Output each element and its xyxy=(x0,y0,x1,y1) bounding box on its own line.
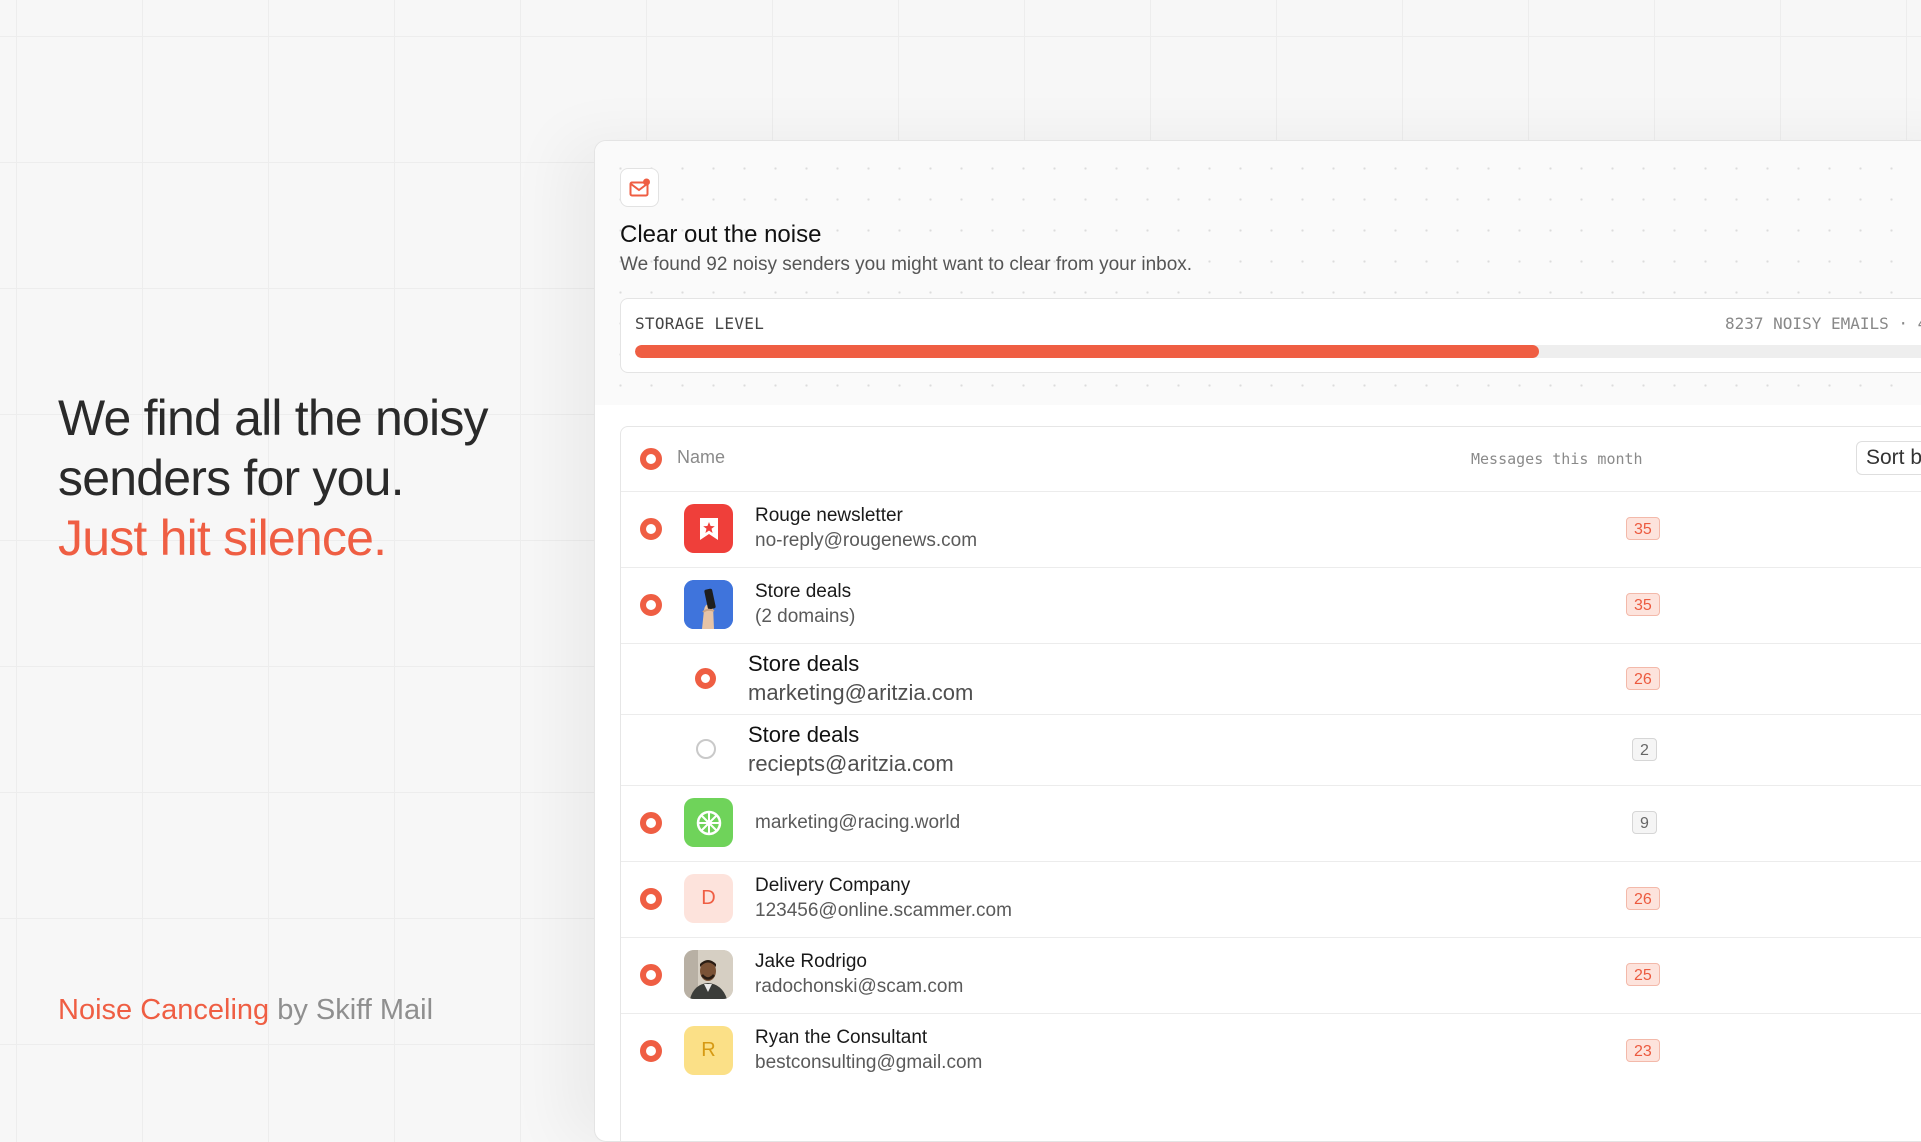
list-header: Name Messages this month Sort by xyxy=(621,427,1921,492)
sender-email: marketing@aritzia.com xyxy=(748,680,974,705)
sender-email: 123456@online.scammer.com xyxy=(755,900,1012,921)
sort-by-button[interactable]: Sort by xyxy=(1856,441,1921,475)
avatar-letter: D xyxy=(684,874,733,923)
storage-label: STORAGE LEVEL xyxy=(635,314,765,333)
hero-line-1: We find all the noisy xyxy=(58,390,489,446)
sender-name: Rouge newsletter xyxy=(755,505,903,526)
brand-feature-name: Noise Canceling xyxy=(58,994,270,1026)
storage-level-card: STORAGE LEVEL 8237 NOISY EMAILS · 4.5 xyxy=(620,298,1921,373)
panel-subtitle: We found 92 noisy senders you might want… xyxy=(620,254,1193,275)
row-select-radio[interactable] xyxy=(640,964,662,986)
row-select-radio[interactable] xyxy=(640,518,662,540)
storage-progress-fill xyxy=(635,345,1540,358)
select-all-radio[interactable] xyxy=(640,448,662,470)
noise-panel: Clear out the noise We found 92 noisy se… xyxy=(594,140,1921,1142)
sender-row[interactable]: D Delivery Company 123456@online.scammer… xyxy=(621,861,1921,938)
hand-phone-photo xyxy=(684,580,733,629)
sender-row[interactable]: Store deals (2 domains) 35 xyxy=(621,567,1921,644)
hero-line-2: senders for you. xyxy=(58,450,405,506)
row-select-radio[interactable] xyxy=(696,739,716,759)
sender-email: reciepts@aritzia.com xyxy=(748,751,954,776)
sender-name: Store deals xyxy=(748,651,860,676)
message-count-badge: 26 xyxy=(1626,667,1660,690)
storage-stats: 8237 NOISY EMAILS · 4.5 xyxy=(1725,314,1921,333)
sender-domains: (2 domains) xyxy=(755,606,856,627)
brand-footer: Noise Canceling by Skiff Mail xyxy=(58,994,433,1027)
row-select-radio[interactable] xyxy=(640,1040,662,1062)
wheel-icon xyxy=(684,798,733,847)
message-count-badge: 35 xyxy=(1626,517,1660,540)
panel-title: Clear out the noise xyxy=(620,221,822,248)
row-select-radio[interactable] xyxy=(640,594,662,616)
sender-email: marketing@racing.world xyxy=(755,812,961,833)
sender-name: Jake Rodrigo xyxy=(755,951,867,972)
avatar-letter: R xyxy=(684,1026,733,1075)
sender-row[interactable]: Jake Rodrigo radochonski@scam.com 25 xyxy=(621,937,1921,1014)
panel-header-area: Clear out the noise We found 92 noisy se… xyxy=(595,141,1921,405)
message-count-badge: 23 xyxy=(1626,1039,1660,1062)
message-count-badge: 35 xyxy=(1626,593,1660,616)
sender-row[interactable]: marketing@racing.world 9 xyxy=(621,785,1921,862)
sender-row[interactable]: R Ryan the Consultant bestconsulting@gma… xyxy=(621,1013,1921,1089)
sender-email: no-reply@rougenews.com xyxy=(755,530,978,551)
row-select-radio[interactable] xyxy=(695,668,716,689)
row-select-radio[interactable] xyxy=(640,888,662,910)
mail-alert-icon xyxy=(620,168,659,207)
sender-name: Store deals xyxy=(748,722,860,747)
sender-subrow[interactable]: Store deals marketing@aritzia.com 26 xyxy=(621,643,1921,715)
message-count-badge: 25 xyxy=(1626,963,1660,986)
column-header-name: Name xyxy=(677,447,726,467)
bookmark-star-icon xyxy=(684,504,733,553)
sender-name: Delivery Company xyxy=(755,875,911,896)
column-header-messages: Messages this month xyxy=(1471,450,1643,468)
storage-progress-track xyxy=(635,345,1921,358)
sender-name: Ryan the Consultant xyxy=(755,1027,928,1048)
sender-subrow[interactable]: Store deals reciepts@aritzia.com 2 xyxy=(621,714,1921,786)
message-count-badge: 26 xyxy=(1626,887,1660,910)
sender-email: bestconsulting@gmail.com xyxy=(755,1052,983,1073)
sender-row[interactable]: Rouge newsletter no-reply@rougenews.com … xyxy=(621,491,1921,568)
sender-name: Store deals xyxy=(755,581,852,602)
message-count-badge: 9 xyxy=(1632,811,1657,834)
message-count-badge: 2 xyxy=(1632,738,1657,761)
hero-line-3-accent: Just hit silence. xyxy=(58,510,387,566)
hero-headline: We find all the noisy senders for you. J… xyxy=(58,388,489,568)
sender-email: radochonski@scam.com xyxy=(755,976,964,997)
sender-list: Name Messages this month Sort by Rouge n… xyxy=(620,426,1921,1141)
brand-suffix: by Skiff Mail xyxy=(269,994,434,1026)
row-select-radio[interactable] xyxy=(640,812,662,834)
person-photo xyxy=(684,950,733,999)
